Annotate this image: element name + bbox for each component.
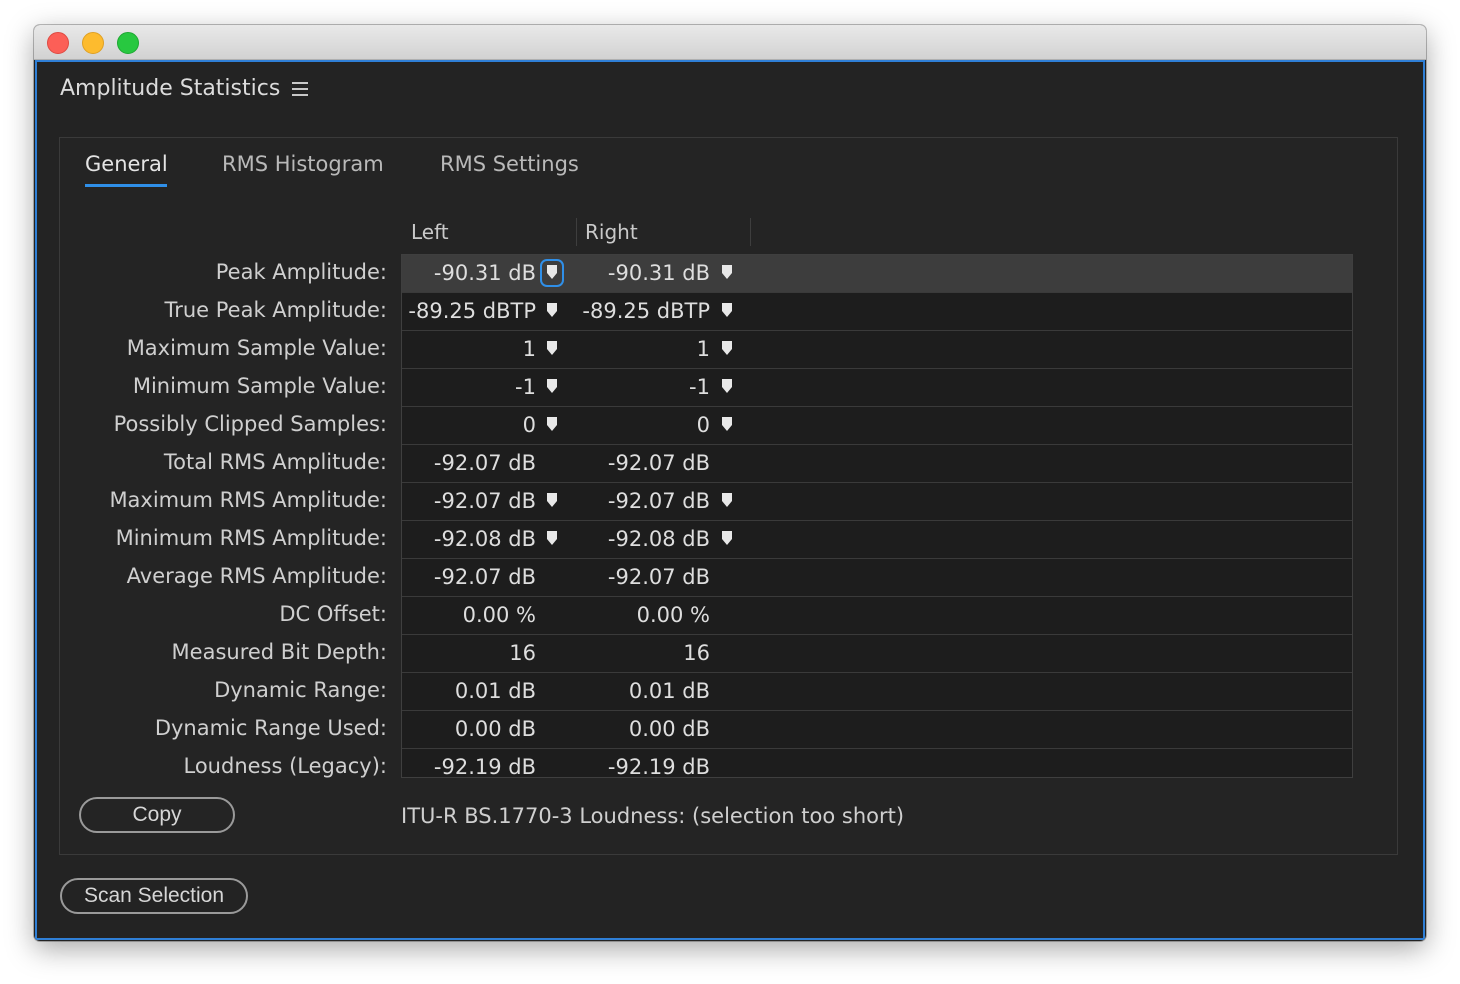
right-value: -92.08 dB [607, 527, 710, 551]
table-row[interactable]: 00 [402, 407, 1352, 445]
table-row[interactable]: 0.01 dB 0.01 dB [402, 673, 1352, 711]
table-row[interactable]: 11 [402, 331, 1352, 369]
row-label: Dynamic Range Used: [154, 716, 387, 740]
table-row[interactable]: -92.19 dB -92.19 dB [402, 749, 1352, 778]
row-label: True Peak Amplitude: [164, 298, 387, 322]
marker-pin-icon[interactable] [545, 302, 559, 320]
left-value: 1 [522, 337, 536, 361]
right-value: -1 [689, 375, 710, 399]
left-value: -1 [515, 375, 536, 399]
row-label: Measured Bit Depth: [171, 640, 387, 664]
right-value: -92.07 dB [607, 451, 710, 475]
right-value: -90.31 dB [607, 261, 710, 285]
left-value: -89.25 dBTP [408, 299, 536, 323]
right-value: -92.19 dB [607, 755, 710, 778]
scan-selection-button[interactable]: Scan Selection [60, 878, 248, 914]
right-value: -92.07 dB [607, 489, 710, 513]
active-tab-indicator [85, 184, 167, 187]
stats-container: General RMS Histogram RMS Settings Left … [59, 137, 1398, 855]
tab-rms-settings[interactable]: RMS Settings [440, 152, 579, 176]
right-value: 1 [696, 337, 710, 361]
left-value: 16 [509, 641, 536, 665]
panel-title: Amplitude Statistics [60, 76, 281, 101]
column-header-left: Left [411, 220, 449, 244]
marker-pin-icon[interactable] [720, 492, 734, 510]
right-value: 0 [696, 413, 710, 437]
marker-pin-icon[interactable] [545, 492, 559, 510]
marker-pin-icon[interactable] [545, 378, 559, 396]
app-window: Amplitude Statistics General RMS Histogr… [34, 25, 1426, 941]
table-row[interactable]: -89.25 dBTP -89.25 dBTP [402, 293, 1352, 331]
close-window-button[interactable] [47, 32, 69, 54]
marker-pin-icon[interactable] [545, 340, 559, 358]
row-label: Minimum Sample Value: [132, 374, 387, 398]
row-label: Maximum Sample Value: [126, 336, 387, 360]
copy-button[interactable]: Copy [79, 797, 235, 833]
row-label: Maximum RMS Amplitude: [109, 488, 387, 512]
amplitude-statistics-panel: Amplitude Statistics General RMS Histogr… [35, 60, 1425, 940]
column-header-right: Right [585, 220, 638, 244]
right-value: 0.01 dB [628, 679, 710, 703]
table-row[interactable]: -92.07 dB -92.07 dB [402, 445, 1352, 483]
minimize-window-button[interactable] [82, 32, 104, 54]
row-label: Peak Amplitude: [215, 260, 387, 284]
table-row[interactable]: -1 -1 [402, 369, 1352, 407]
stats-table: -90.31 dB -90.31 dB -89.25 dBTP -89.25 dBTP… [401, 254, 1353, 778]
tab-rms-histogram[interactable]: RMS Histogram [222, 152, 384, 176]
hamburger-menu-icon[interactable] [292, 82, 308, 96]
right-value: 0.00 % [636, 603, 710, 627]
row-label: Total RMS Amplitude: [163, 450, 387, 474]
marker-pin-icon[interactable] [720, 340, 734, 358]
left-value: -92.07 dB [433, 451, 536, 475]
row-label: DC Offset: [279, 602, 387, 626]
left-value: -92.19 dB [433, 755, 536, 778]
marker-pin-icon[interactable] [720, 530, 734, 548]
left-value: -92.07 dB [433, 489, 536, 513]
window-titlebar [34, 25, 1426, 60]
table-row[interactable]: 0.00 % 0.00 % [402, 597, 1352, 635]
row-label: Minimum RMS Amplitude: [115, 526, 387, 550]
left-value: -92.07 dB [433, 565, 536, 589]
table-row[interactable]: -92.07 dB -92.07 dB [402, 559, 1352, 597]
row-label: Possibly Clipped Samples: [113, 412, 387, 436]
table-row[interactable]: -92.07 dB -92.07 dB [402, 483, 1352, 521]
marker-pin-icon[interactable] [720, 302, 734, 320]
left-value: -92.08 dB [433, 527, 536, 551]
column-divider [750, 218, 751, 246]
marker-pin-icon[interactable] [720, 264, 734, 282]
marker-pin-icon[interactable] [545, 416, 559, 434]
left-value: -90.31 dB [433, 261, 536, 285]
right-value: 0.00 dB [628, 717, 710, 741]
table-row[interactable]: 0.00 dB 0.00 dB [402, 711, 1352, 749]
left-value: 0 [522, 413, 536, 437]
row-label: Dynamic Range: [214, 678, 387, 702]
tab-general[interactable]: General [85, 152, 168, 176]
left-value: 0.01 dB [454, 679, 536, 703]
right-value: -89.25 dBTP [582, 299, 710, 323]
left-value: 0.00 % [462, 603, 536, 627]
marker-pin-icon[interactable] [540, 259, 564, 287]
table-row[interactable]: -90.31 dB -90.31 dB [402, 255, 1352, 293]
right-value: 16 [683, 641, 710, 665]
right-value: -92.07 dB [607, 565, 710, 589]
table-row[interactable]: -92.08 dB -92.08 dB [402, 521, 1352, 559]
marker-pin-icon[interactable] [545, 530, 559, 548]
column-divider [576, 218, 577, 246]
itu-loudness-text: ITU-R BS.1770-3 Loudness: (selection too… [401, 804, 905, 828]
table-row[interactable]: 16 16 [402, 635, 1352, 673]
row-label: Average RMS Amplitude: [126, 564, 387, 588]
marker-pin-icon[interactable] [720, 378, 734, 396]
row-label: Loudness (Legacy): [183, 754, 388, 778]
left-value: 0.00 dB [454, 717, 536, 741]
marker-pin-icon[interactable] [720, 416, 734, 434]
maximize-window-button[interactable] [117, 32, 139, 54]
